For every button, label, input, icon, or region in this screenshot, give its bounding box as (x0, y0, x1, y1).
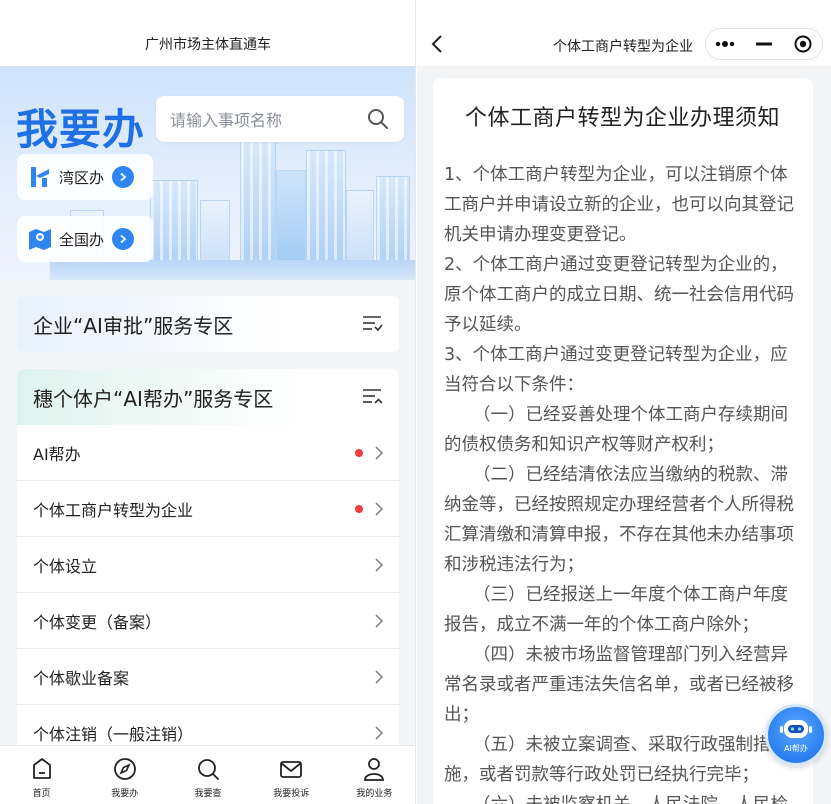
tab-user[interactable]: 我的业务 (333, 746, 415, 804)
tab-label: 我要办 (111, 789, 139, 799)
bay-area-label: 湾区办 (59, 168, 105, 187)
list-item-label: 个体注销（一般注销） (33, 724, 194, 744)
user-icon (364, 758, 385, 781)
new-badge-dot (355, 448, 363, 457)
compass-icon (113, 758, 136, 780)
list-item-label: 个体设立 (33, 556, 98, 576)
list-item-label: 个体歇业备案 (33, 668, 130, 688)
back-arrow-icon[interactable] (429, 30, 445, 58)
more-button[interactable] (706, 29, 745, 59)
bay-area-button[interactable]: 湾区办 (17, 154, 153, 200)
tab-label: 首页 (32, 789, 51, 799)
document-title: 个体工商户转型为企业办理须知 (464, 106, 780, 131)
list-filter-icon[interactable] (361, 314, 383, 334)
chevron-right-icon (375, 445, 384, 460)
list-item[interactable]: 个体工商户转型为企业 (17, 481, 399, 537)
page-title: 个体工商户转型为企业 (553, 39, 693, 55)
search-icon (198, 759, 219, 780)
mail-icon (280, 761, 303, 778)
hero-banner: 我要办 请输入事项名称 湾区办 全国办 (0, 66, 415, 280)
minimize-icon (756, 42, 772, 46)
mini-program-capsule (705, 28, 823, 60)
ai-help-floating-button[interactable]: AI帮办 (765, 704, 827, 766)
document-paragraph: 1、个体工商户转型为企业，可以注销原个体工商户并申请设立新的企业，也可以向其登记… (444, 165, 794, 245)
tab-search[interactable]: 我要查 (166, 746, 249, 804)
bottom-tabbar: 首页 我要办 我要查 我要投诉 我的业务 (0, 745, 415, 804)
list-item[interactable]: 个体设立 (17, 537, 399, 593)
document-paragraph: （三）已经报送上一年度个体工商户年度报告，成立不满一年的个体工商户除外； (444, 585, 788, 635)
tab-compass[interactable]: 我要办 (83, 746, 166, 804)
document-paragraph: 3、个体工商户通过变更登记转型为企业，应当符合以下条件： (444, 345, 788, 395)
list-item-label: 个体工商户转型为企业 (33, 500, 194, 520)
ai-help-card: 穗个体户“AI帮办”服务专区 AI帮办个体工商户转型为企业 个体设立个体变更（备案… (17, 369, 399, 749)
search-placeholder: 请输入事项名称 (170, 111, 283, 130)
right-pane: 个体工商户转型为企业 个体工商户转型为企业办理须知 1、个体工商户转型为企业，可… (417, 0, 831, 804)
more-dots-icon (716, 41, 735, 47)
close-target-icon (794, 35, 812, 53)
new-badge-dot (355, 504, 363, 513)
ai-help-list: AI帮办个体工商户转型为企业 个体设立个体变更（备案） 个体歇业备案个体注销（一般注… (17, 425, 399, 749)
tab-label: 我的业务 (356, 789, 393, 799)
chevron-right-icon (375, 669, 384, 684)
bay-area-icon (31, 167, 49, 187)
robot-icon (780, 720, 812, 738)
list-item[interactable]: AI帮办 (17, 425, 399, 481)
list-item[interactable]: 个体注销（一般注销） (17, 705, 399, 749)
chevron-right-icon (375, 557, 384, 572)
building-decoration (240, 140, 276, 280)
list-item[interactable]: 个体变更（备案） (17, 593, 399, 649)
document-paragraph: （二）已经结清依法应当缴纳的税款、滞纳金等，已经按照规定办理经营者个人所得税汇算… (444, 465, 794, 575)
notice-document: 个体工商户转型为企业办理须知 1、个体工商户转型为企业，可以注销原个体工商户并申… (433, 78, 813, 804)
search-input[interactable]: 请输入事项名称 (156, 96, 404, 142)
arrow-right-icon (112, 228, 135, 250)
document-paragraph: （一）已经妥善处理个体工商户存续期间的债权债务和知识产权等财产权利； (444, 405, 788, 455)
hero-title: 我要办 (16, 105, 146, 154)
ground-decoration (50, 260, 415, 280)
list-collapse-icon[interactable] (361, 387, 383, 407)
ai-approval-card[interactable]: 企业“AI审批”服务专区 (17, 296, 399, 352)
national-button[interactable]: 全国办 (17, 216, 153, 262)
minimize-button[interactable] (745, 29, 784, 59)
right-titlebar: 个体工商户转型为企业 (417, 0, 831, 66)
chevron-right-icon (375, 613, 384, 628)
tab-home[interactable]: 首页 (0, 746, 83, 804)
list-item-label: 个体变更（备案） (33, 612, 162, 632)
app-title: 广州市场主体直通车 (0, 0, 415, 66)
ai-approval-title: 企业“AI审批”服务专区 (33, 313, 234, 338)
list-item-label: AI帮办 (33, 444, 81, 464)
close-button[interactable] (783, 29, 822, 59)
document-paragraph: 2、个体工商户通过变更登记转型为企业的，原个体工商户的成立日期、统一社会信用代码… (444, 255, 794, 335)
tab-mail[interactable]: 我要投诉 (250, 746, 333, 804)
tab-label: 我要查 (194, 789, 222, 799)
left-pane: 广州市场主体直通车 我要办 请输入事项名称 湾区办 全国办 企业“AI审批”服务… (0, 0, 416, 804)
tab-label: 我要投诉 (273, 789, 310, 799)
search-icon[interactable] (366, 107, 390, 131)
chevron-right-icon (375, 725, 384, 740)
document-paragraph: （六）未被监察机关、人民法院、人民检 (444, 790, 801, 804)
ai-help-fab-label: AI帮办 (784, 744, 808, 753)
document-body: 1、个体工商户转型为企业，可以注销原个体工商户并申请设立新的企业，也可以向其登记… (444, 160, 801, 804)
home-icon (32, 758, 51, 779)
chevron-right-icon (375, 501, 384, 516)
document-paragraph: （四）未被市场监督管理部门列入经营异常名录或者严重违法失信名单，或者已经被移出； (444, 645, 794, 725)
arrow-right-icon (112, 166, 135, 188)
list-item[interactable]: 个体歇业备案 (17, 649, 399, 705)
national-label: 全国办 (59, 230, 105, 249)
document-paragraph: （五）未被立案调查、采取行政强制措施，或者罚款等行政处罚已经执行完毕； (444, 735, 771, 785)
ai-help-title: 穗个体户“AI帮办”服务专区 (33, 386, 274, 411)
ai-help-header[interactable]: 穗个体户“AI帮办”服务专区 (17, 369, 399, 425)
national-map-icon (29, 229, 51, 250)
